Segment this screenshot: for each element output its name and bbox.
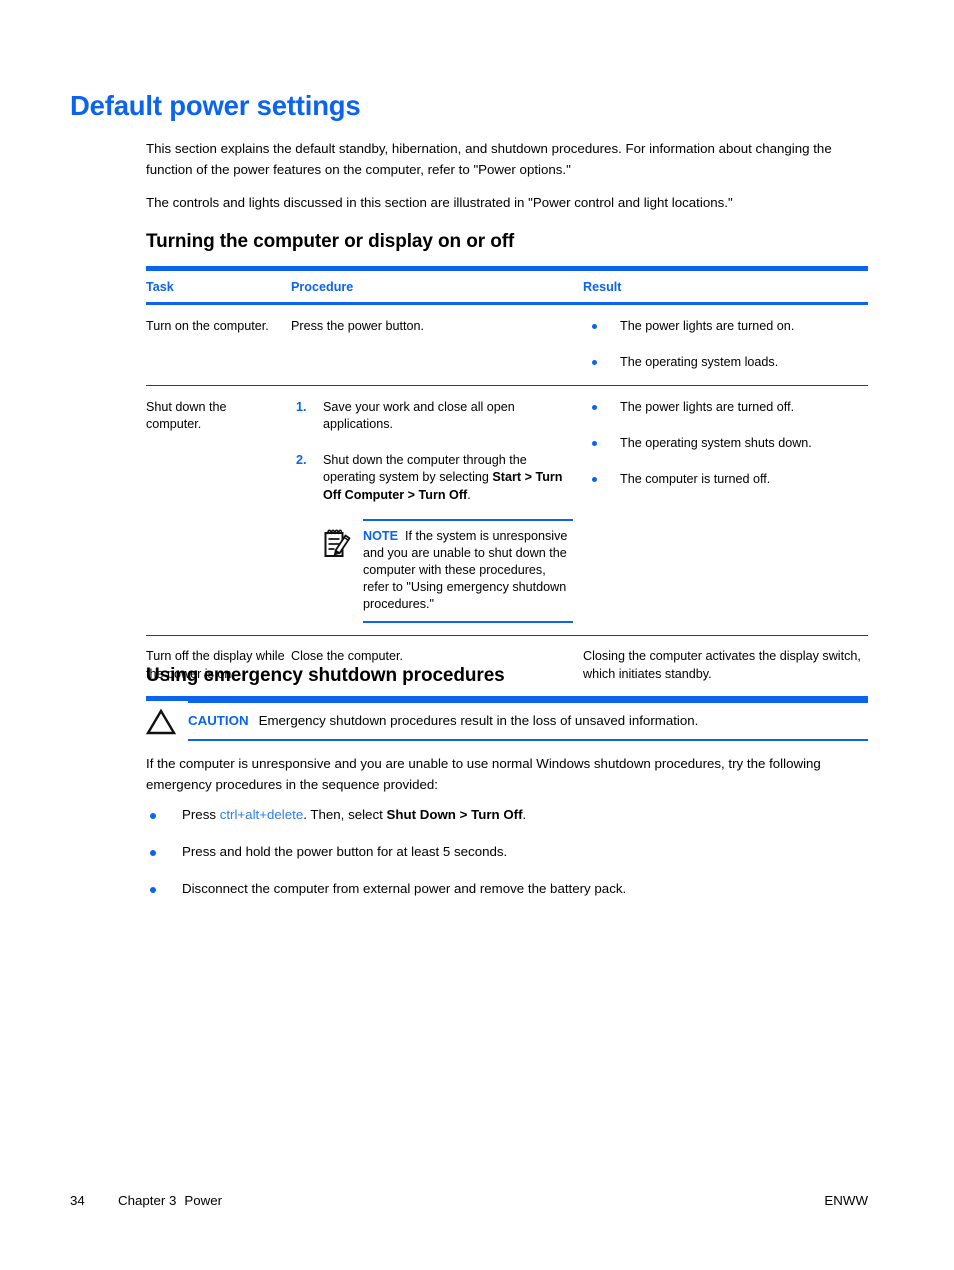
row1-result-list: The power lights are turned on. The oper… (583, 318, 868, 371)
step-text-1: Save your work and close all open applic… (323, 399, 515, 432)
table-row: Shut down the computer. 1. Save your work… (146, 386, 868, 636)
note-callout: NOTE If the system is unresponsive and y… (323, 519, 573, 623)
section-heading-emergency: Using emergency shutdown procedures (146, 665, 505, 686)
intro-paragraph-2: The controls and lights discussed in thi… (146, 195, 733, 210)
list-item: The operating system loads. (583, 354, 868, 371)
row1-procedure: Press the power button. (291, 318, 425, 333)
bullet-dot-icon (592, 476, 597, 482)
caution-keyword: CAUTION (188, 713, 249, 728)
row2-result-item-1: The power lights are turned off. (620, 399, 795, 414)
power-procedures-table: Task Procedure Result Turn on the comput… (146, 266, 868, 701)
page-footer: 34 Chapter 3 Power ENWW (70, 1193, 868, 1208)
table-header-row: Task Procedure Result (146, 271, 868, 302)
list-item: Press and hold the power button for at l… (146, 842, 868, 862)
document-page: Default power settings This section expl… (0, 0, 954, 1270)
caution-callout: CAUTION Emergency shutdown procedures res… (145, 701, 868, 741)
bullet-dot-icon (150, 850, 156, 856)
list-item: 1. Save your work and close all open appl… (291, 399, 573, 434)
table-row: Turn on the computer. Press the power bu… (146, 305, 868, 385)
section-heading-turning: Turning the computer or display on or of… (146, 231, 515, 252)
note-text-block: NOTE If the system is unresponsive and y… (363, 519, 573, 623)
page-title: Default power settings (70, 90, 361, 121)
bullet-1-bold: Shut Down > Turn Off (386, 807, 523, 822)
caution-text: Emergency shutdown procedures result in … (258, 713, 699, 728)
row2-task: Shut down the computer. (146, 399, 227, 432)
footer-page-number: 34 (70, 1193, 85, 1208)
row2-steps-list: 1. Save your work and close all open appl… (291, 399, 573, 505)
bullet-1-link[interactable]: ctrl+alt+delete (220, 807, 304, 822)
bullet-1-middle: . Then, select (303, 807, 387, 822)
row2-result-list: The power lights are turned off. The ope… (583, 399, 868, 488)
footer-chapter: Chapter 3 Power (118, 1193, 824, 1208)
bullet-dot-icon (592, 404, 597, 410)
bullet-dot-icon (150, 813, 156, 819)
row1-result: The power lights are turned on. The oper… (583, 318, 868, 371)
row1-task: Turn on the computer. (146, 318, 269, 333)
list-item: The computer is turned off. (583, 471, 868, 488)
footer-chapter-number: Chapter 3 (118, 1193, 177, 1208)
bullet-dot-icon (592, 323, 597, 329)
bullet-2-text: Press and hold the power button for at l… (182, 844, 508, 859)
caution-text-block: CAUTION Emergency shutdown procedures res… (188, 701, 868, 741)
intro-paragraph-1: This section explains the default standb… (146, 141, 832, 177)
emergency-intro-paragraph: If the computer is unresponsive and you … (146, 756, 821, 792)
step-number-2: 2. (296, 452, 307, 467)
bullet-1-suffix: . (522, 807, 527, 822)
note-keyword: NOTE (363, 529, 398, 543)
bullet-dot-icon (592, 359, 597, 365)
list-item: Press ctrl+alt+delete. Then, select Shut… (146, 805, 868, 825)
list-item: The power lights are turned off. (583, 399, 868, 416)
list-item: 2. Shut down the computer through the ope… (291, 452, 573, 505)
list-item: The power lights are turned on. (583, 318, 868, 335)
bullet-dot-icon (150, 887, 156, 893)
row1-result-item-2: The operating system loads. (620, 354, 779, 369)
list-item: Disconnect the computer from external po… (146, 879, 868, 899)
warning-triangle-icon (145, 708, 177, 736)
row2-result: The power lights are turned off. The ope… (583, 399, 868, 624)
row3-result: Closing the computer activates the displ… (583, 649, 861, 681)
emergency-procedures-list: Press ctrl+alt+delete. Then, select Shut… (146, 805, 868, 916)
note-pad-pencil-icon (323, 526, 354, 559)
column-header-procedure: Procedure (291, 280, 354, 294)
footer-locale: ENWW (824, 1193, 868, 1208)
row1-result-item-1: The power lights are turned on. (620, 318, 795, 333)
footer-chapter-title: Power (184, 1193, 223, 1208)
row2-result-item-3: The computer is turned off. (620, 471, 771, 486)
step-number-1: 1. (296, 399, 307, 414)
row2-procedure: 1. Save your work and close all open appl… (291, 399, 583, 623)
step-text-2-after: . (467, 487, 471, 502)
column-header-result: Result (583, 280, 622, 294)
row2-result-item-2: The operating system shuts down. (620, 435, 812, 450)
bullet-1-prefix: Press (182, 807, 220, 822)
column-header-task: Task (146, 280, 174, 294)
bullet-3-text: Disconnect the computer from external po… (182, 881, 627, 896)
bullet-dot-icon (592, 440, 597, 446)
list-item: The operating system shuts down. (583, 435, 868, 452)
